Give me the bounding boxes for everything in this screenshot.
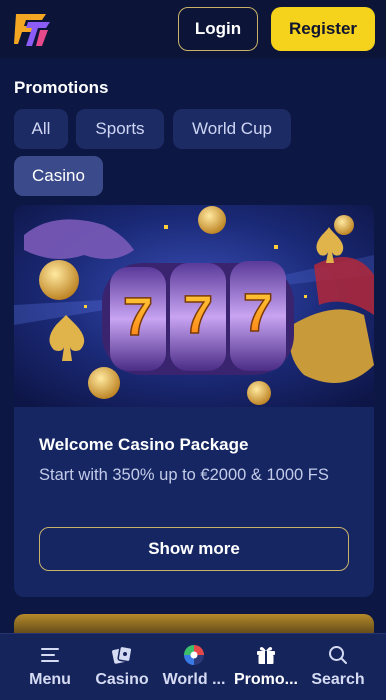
nav-label-menu: Menu — [29, 671, 71, 688]
search-icon — [329, 646, 347, 664]
nav-item-search[interactable]: Search — [302, 634, 374, 700]
filter-chip-casino[interactable]: Casino — [14, 156, 103, 196]
promo-card-description: Start with 350% up to €2000 & 1000 FS — [39, 466, 329, 484]
promo-card: 7 7 7 Welcome Casino Package Start with … — [14, 205, 374, 597]
gift-icon — [257, 647, 275, 664]
page-title: Promotions — [14, 78, 109, 97]
menu-icon — [41, 648, 59, 662]
soccer-ball-icon — [184, 645, 204, 665]
svg-text:7: 7 — [123, 287, 153, 347]
nav-label-search: Search — [311, 671, 365, 688]
nav-item-menu[interactable]: Menu — [14, 634, 86, 700]
register-button[interactable]: Register — [271, 7, 375, 51]
nav-label-casino: Casino — [95, 671, 149, 688]
filter-chip-sports[interactable]: Sports — [76, 109, 164, 149]
show-more-button[interactable]: Show more — [39, 527, 349, 571]
bottom-navigation: Menu Casino World ... Promo... Search — [0, 633, 386, 700]
nav-label-world-cup: World ... — [162, 671, 226, 688]
casino-slot-banner-image: 7 7 7 — [14, 205, 374, 407]
svg-text:7: 7 — [183, 285, 213, 345]
nav-label-promotions: Promo... — [233, 671, 298, 688]
svg-text:7: 7 — [243, 283, 273, 343]
login-button[interactable]: Login — [178, 7, 258, 51]
nav-item-promotions[interactable]: Promo... — [230, 634, 302, 700]
filter-chip-all[interactable]: All — [14, 109, 68, 149]
brand-logo-icon[interactable] — [12, 8, 54, 48]
filter-chip-world-cup[interactable]: World Cup — [173, 109, 291, 149]
nav-item-casino[interactable]: Casino — [86, 634, 158, 700]
casino-icon — [112, 645, 133, 664]
header: Login Register — [0, 0, 386, 58]
nav-item-world-cup[interactable]: World ... — [158, 634, 230, 700]
promo-card-title: Welcome Casino Package — [39, 435, 249, 454]
